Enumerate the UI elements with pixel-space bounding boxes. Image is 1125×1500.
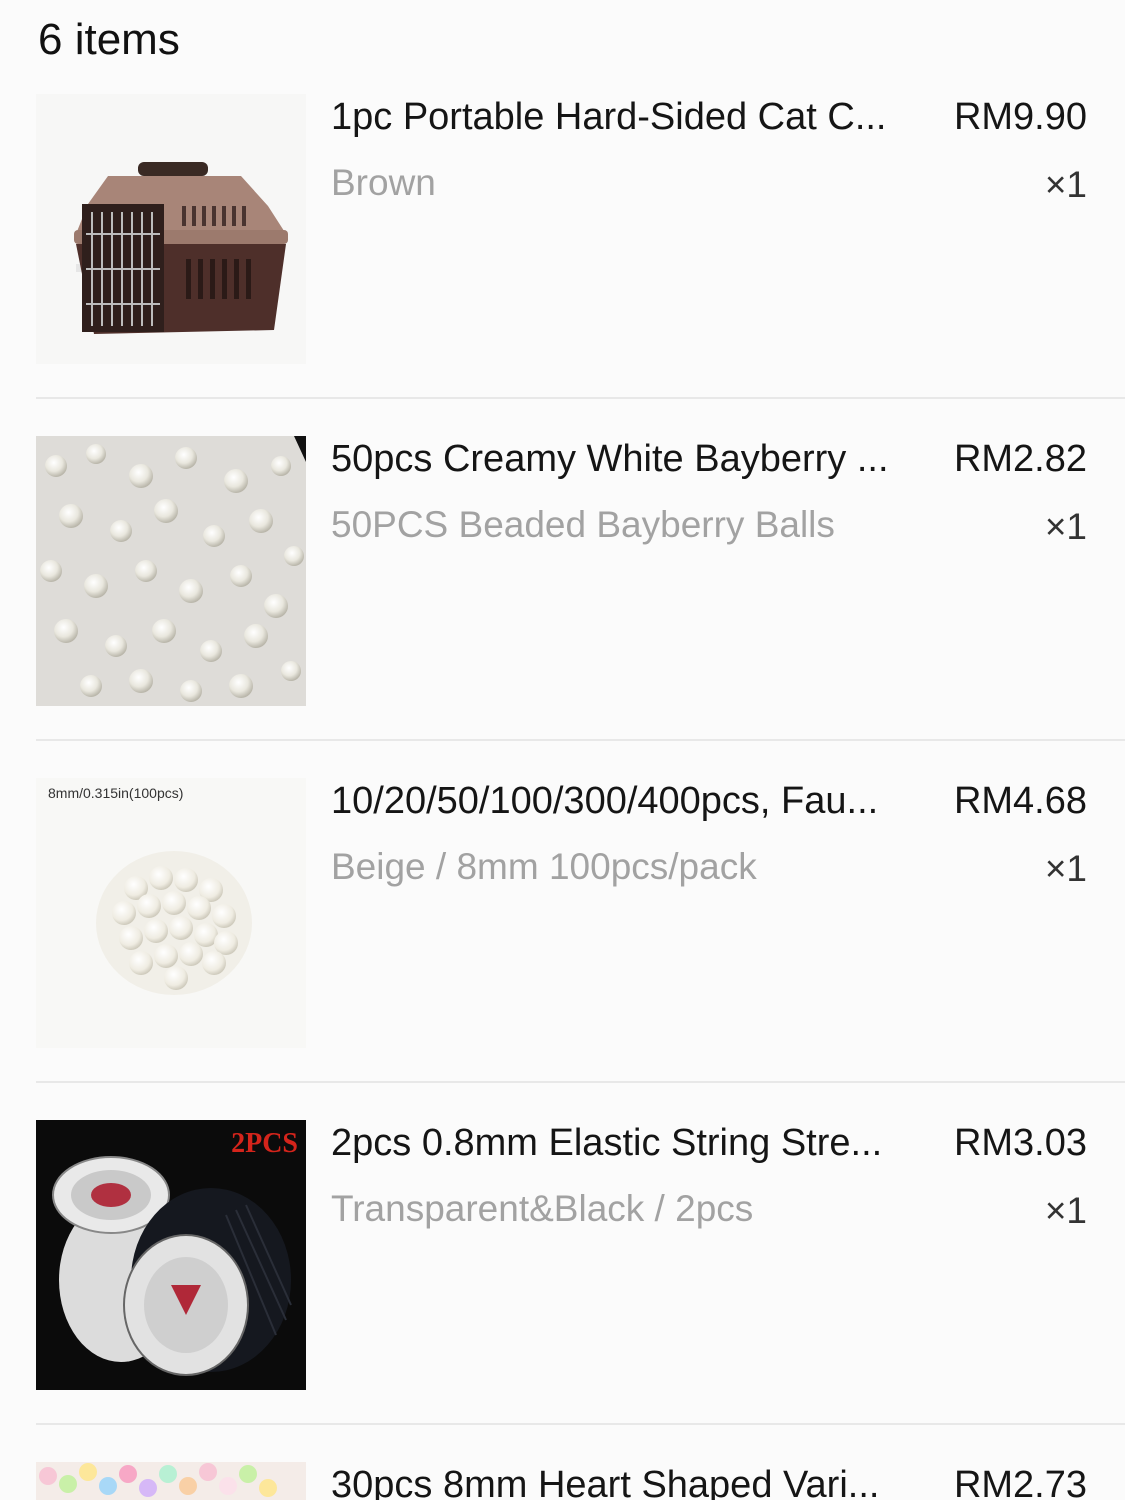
item-variant: Transparent&Black / 2pcs (331, 1188, 754, 1229)
item-variant: Beige / 8mm 100pcs/pack (331, 846, 757, 887)
item-title[interactable]: 1pc Portable Hard-Sided Cat C... (331, 90, 925, 144)
divider (36, 1081, 1125, 1083)
item-price: RM9.90 (953, 96, 1087, 138)
item-variant: 50PCS Beaded Bayberry Balls (331, 504, 835, 545)
item-title[interactable]: 10/20/50/100/300/400pcs, Fau... (331, 774, 925, 828)
item-price: RM2.73 (953, 1464, 1087, 1500)
divider (36, 739, 1125, 741)
order-item[interactable]: 50pcs Creamy White Bayberry ... RM2.82 5… (36, 436, 1125, 778)
order-item[interactable]: 8mm/0.315in(100pcs) 10/20/50/100/300/400… (36, 778, 1125, 1120)
pet-carrier-image[interactable] (36, 94, 306, 364)
elastic-string-image[interactable]: 2PCS (36, 1120, 306, 1390)
item-price: RM4.68 (953, 780, 1087, 822)
faux-pearls-image[interactable]: 8mm/0.315in(100pcs) (36, 778, 306, 1048)
image-badge: 2PCS (231, 1128, 298, 1159)
order-item[interactable]: 1pc Portable Hard-Sided Cat C... RM9.90 … (36, 94, 1125, 436)
item-variant: Brown (331, 162, 436, 203)
image-caption: 8mm/0.315in(100pcs) (48, 785, 183, 801)
item-quantity: ×1 (1044, 1190, 1087, 1231)
divider (36, 1423, 1125, 1425)
heart-beads-image[interactable] (36, 1462, 306, 1500)
item-quantity: ×1 (1044, 164, 1087, 205)
order-item[interactable]: 2PCS 2pcs 0.8mm Elastic String Stre... R… (36, 1120, 1125, 1462)
divider (36, 397, 1125, 399)
item-quantity: ×1 (1044, 848, 1087, 889)
item-price: RM2.82 (953, 438, 1087, 480)
pearl-beads-image[interactable] (36, 436, 306, 706)
item-quantity: ×1 (1044, 506, 1087, 547)
item-count-heading: 6 items (38, 15, 180, 64)
item-title[interactable]: 30pcs 8mm Heart Shaped Vari... (331, 1462, 925, 1500)
order-item[interactable]: 30pcs 8mm Heart Shaped Vari... RM2.73 (36, 1462, 1125, 1500)
item-title[interactable]: 50pcs Creamy White Bayberry ... (331, 432, 925, 486)
item-price: RM3.03 (953, 1122, 1087, 1164)
item-title[interactable]: 2pcs 0.8mm Elastic String Stre... (331, 1116, 925, 1170)
